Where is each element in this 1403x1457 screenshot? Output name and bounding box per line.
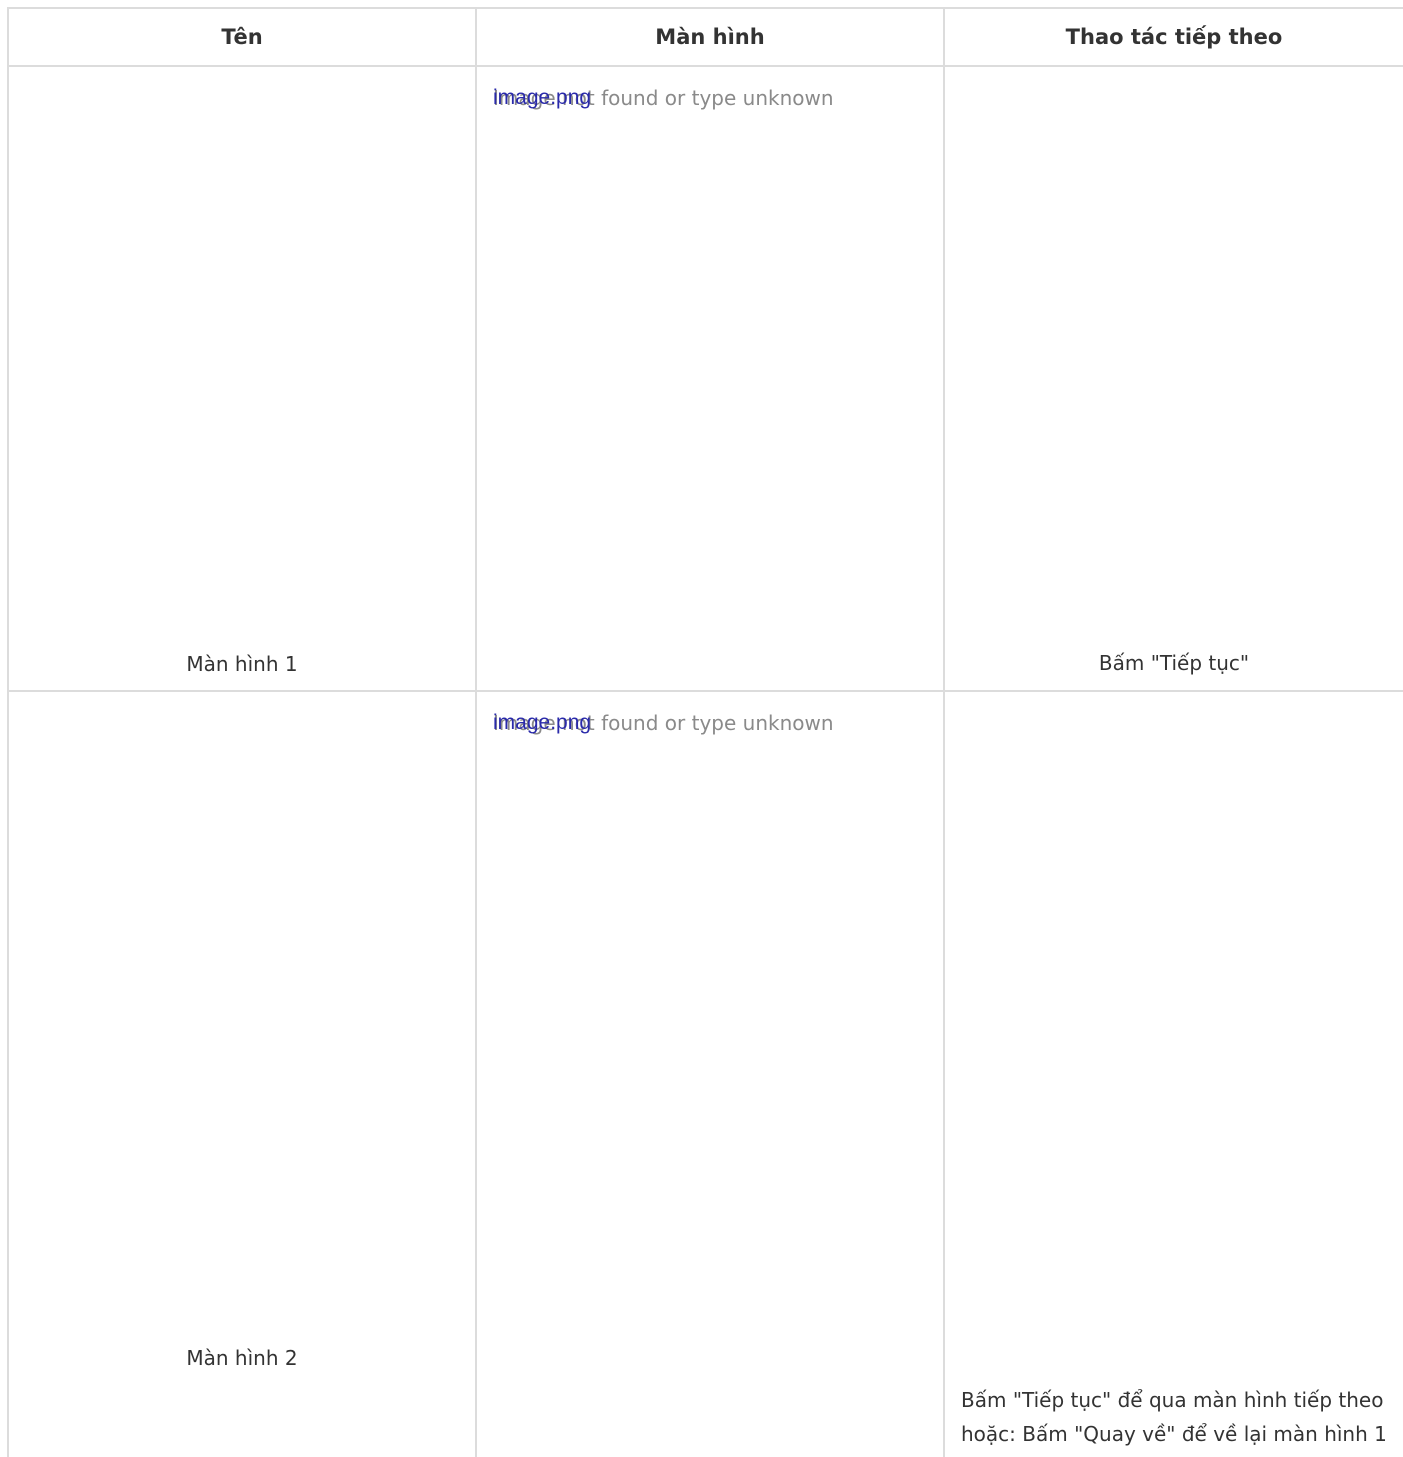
next-action-cell: Bấm "Tiếp tục" (943, 65, 1403, 692)
header-screen: Màn hình (475, 7, 945, 67)
image-link[interactable]: image.png (493, 83, 591, 113)
screen-image-cell: Image not found or type unknown image.pn… (475, 690, 945, 1457)
next-action-cell: Bấm "Tiếp tục" để qua màn hình tiếp theo… (943, 690, 1403, 1457)
header-next-action: Thao tác tiếp theo (943, 7, 1403, 67)
screen-name-cell: Màn hình 2 (7, 690, 477, 1457)
screen-name-cell: Màn hình 1 (7, 65, 477, 692)
header-name: Tên (7, 7, 477, 67)
table-row: Màn hình 2 Image not found or type unkno… (7, 690, 1403, 1457)
image-link[interactable]: image.png (493, 708, 591, 738)
screen-image-cell: Image not found or type unknown image.pn… (475, 65, 945, 692)
broken-image-icon: Image not found or type unknown image.pn… (493, 83, 834, 113)
screens-table: Tên Màn hình Thao tác tiếp theo Màn hình… (7, 7, 1403, 1457)
broken-image-icon: Image not found or type unknown image.pn… (493, 708, 834, 738)
table-row: Màn hình 1 Image not found or type unkno… (7, 65, 1403, 692)
header-row: Tên Màn hình Thao tác tiếp theo (7, 7, 1403, 67)
